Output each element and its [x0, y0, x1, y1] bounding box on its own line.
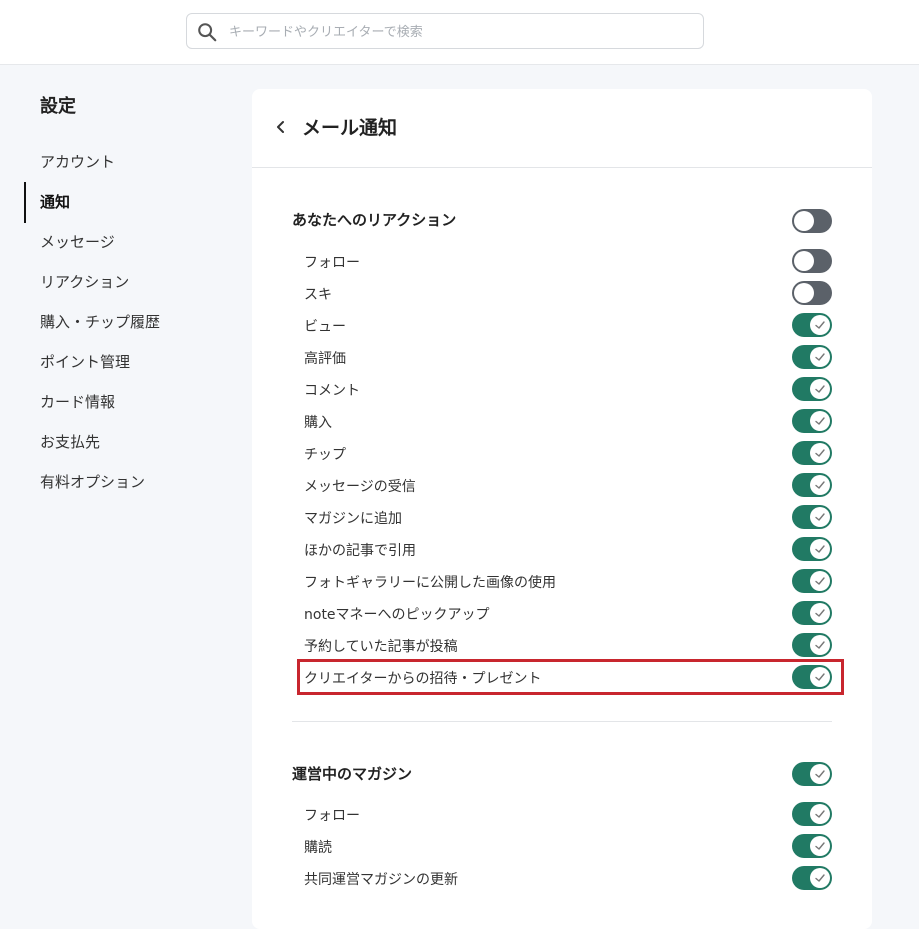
toggle-switch[interactable]: [792, 313, 832, 337]
check-icon: [815, 842, 825, 850]
toggle-knob: [810, 836, 830, 856]
toggle-switch[interactable]: [792, 762, 832, 786]
toggle-switch[interactable]: [792, 473, 832, 497]
row-label: ほかの記事で引用: [304, 543, 416, 559]
toggle-knob: [810, 804, 830, 824]
sidebar-item-paid-options[interactable]: 有料オプション: [40, 462, 145, 502]
row-label: noteマネーへのピックアップ: [304, 607, 490, 623]
toggle-switch[interactable]: [792, 441, 832, 465]
toggle-knob: [810, 539, 830, 559]
toggle-knob: [810, 347, 830, 367]
toggle-switch[interactable]: [792, 249, 832, 273]
section-label-magazines: 運営中のマガジン: [292, 765, 413, 783]
check-icon: [815, 810, 825, 818]
sidebar-item-points[interactable]: ポイント管理: [40, 342, 130, 382]
toggle-knob: [810, 411, 830, 431]
check-icon: [815, 449, 825, 457]
search-icon: [198, 23, 217, 42]
sidebar-item-notifications[interactable]: 通知: [40, 182, 70, 222]
panel-header: メール通知: [252, 89, 872, 168]
toggle-switch[interactable]: [792, 802, 832, 826]
toggle-knob: [794, 283, 814, 303]
active-indicator: [24, 182, 26, 223]
row-label: コメント: [304, 383, 360, 399]
row-label: マガジンに追加: [304, 511, 402, 527]
check-icon: [815, 673, 825, 681]
toggle-knob: [810, 571, 830, 591]
section-label-reactions: あなたへのリアクション: [292, 211, 457, 229]
toggle-knob: [794, 251, 814, 271]
row-label: ビュー: [304, 319, 346, 335]
toggle-switch[interactable]: [792, 409, 832, 433]
row-label: 予約していた記事が投稿: [304, 639, 458, 655]
sidebar-item-payout[interactable]: お支払先: [40, 422, 100, 462]
check-icon: [815, 353, 825, 361]
toggle-knob: [810, 868, 830, 888]
check-icon: [815, 770, 825, 778]
check-icon: [815, 609, 825, 617]
row-label: フォロー: [304, 808, 360, 824]
toggle-switch[interactable]: [792, 601, 832, 625]
row-label: チップ: [304, 447, 346, 463]
toggle-knob: [810, 379, 830, 399]
row-label: 高評価: [304, 351, 346, 367]
email-notification-panel: メール通知 あなたへのリアクション フォロー スキ ビュー 高評価 コメント 購…: [252, 89, 872, 929]
toggle-knob: [810, 667, 830, 687]
toggle-knob: [810, 443, 830, 463]
toggle-knob: [810, 507, 830, 527]
section-divider: [292, 721, 832, 722]
check-icon: [815, 321, 825, 329]
check-icon: [815, 577, 825, 585]
check-icon: [815, 417, 825, 425]
toggle-switch[interactable]: [792, 281, 832, 305]
check-icon: [815, 385, 825, 393]
toggle-switch[interactable]: [792, 345, 832, 369]
row-label: クリエイターからの招待・プレゼント: [304, 671, 542, 687]
page-title: メール通知: [302, 117, 398, 139]
toggle-switch[interactable]: [792, 377, 832, 401]
check-icon: [815, 545, 825, 553]
toggle-knob: [810, 315, 830, 335]
sidebar-item-account[interactable]: アカウント: [40, 142, 115, 182]
toggle-knob: [810, 603, 830, 623]
check-icon: [815, 641, 825, 649]
search-box[interactable]: [186, 13, 704, 49]
row-label: フォトギャラリーに公開した画像の使用: [304, 575, 556, 591]
row-label: 購読: [304, 840, 332, 856]
toggle-switch[interactable]: [792, 569, 832, 593]
sidebar-item-reactions[interactable]: リアクション: [40, 262, 129, 302]
sidebar-item-purchase-history[interactable]: 購入・チップ履歴: [40, 302, 160, 342]
toggle-knob: [810, 764, 830, 784]
toggle-switch[interactable]: [792, 537, 832, 561]
top-bar: [0, 0, 919, 65]
chevron-left-icon[interactable]: [270, 115, 292, 139]
toggle-switch[interactable]: [792, 633, 832, 657]
check-icon: [815, 481, 825, 489]
toggle-knob: [794, 211, 814, 231]
toggle-knob: [810, 635, 830, 655]
sidebar-item-card-info[interactable]: カード情報: [40, 382, 115, 422]
row-label: スキ: [304, 287, 332, 303]
toggle-switch[interactable]: [792, 665, 832, 689]
toggle-knob: [810, 475, 830, 495]
toggle-switch[interactable]: [792, 505, 832, 529]
check-icon: [815, 874, 825, 882]
toggle-switch[interactable]: [792, 209, 832, 233]
settings-title: 設定: [40, 96, 76, 117]
check-icon: [815, 513, 825, 521]
row-label: 購入: [304, 415, 332, 431]
row-label: メッセージの受信: [304, 479, 416, 495]
row-label: 共同運営マガジンの更新: [304, 872, 458, 888]
sidebar-item-messages[interactable]: メッセージ: [40, 222, 115, 262]
search-input[interactable]: [227, 20, 691, 44]
row-label: フォロー: [304, 255, 360, 271]
toggle-switch[interactable]: [792, 834, 832, 858]
toggle-switch[interactable]: [792, 866, 832, 890]
